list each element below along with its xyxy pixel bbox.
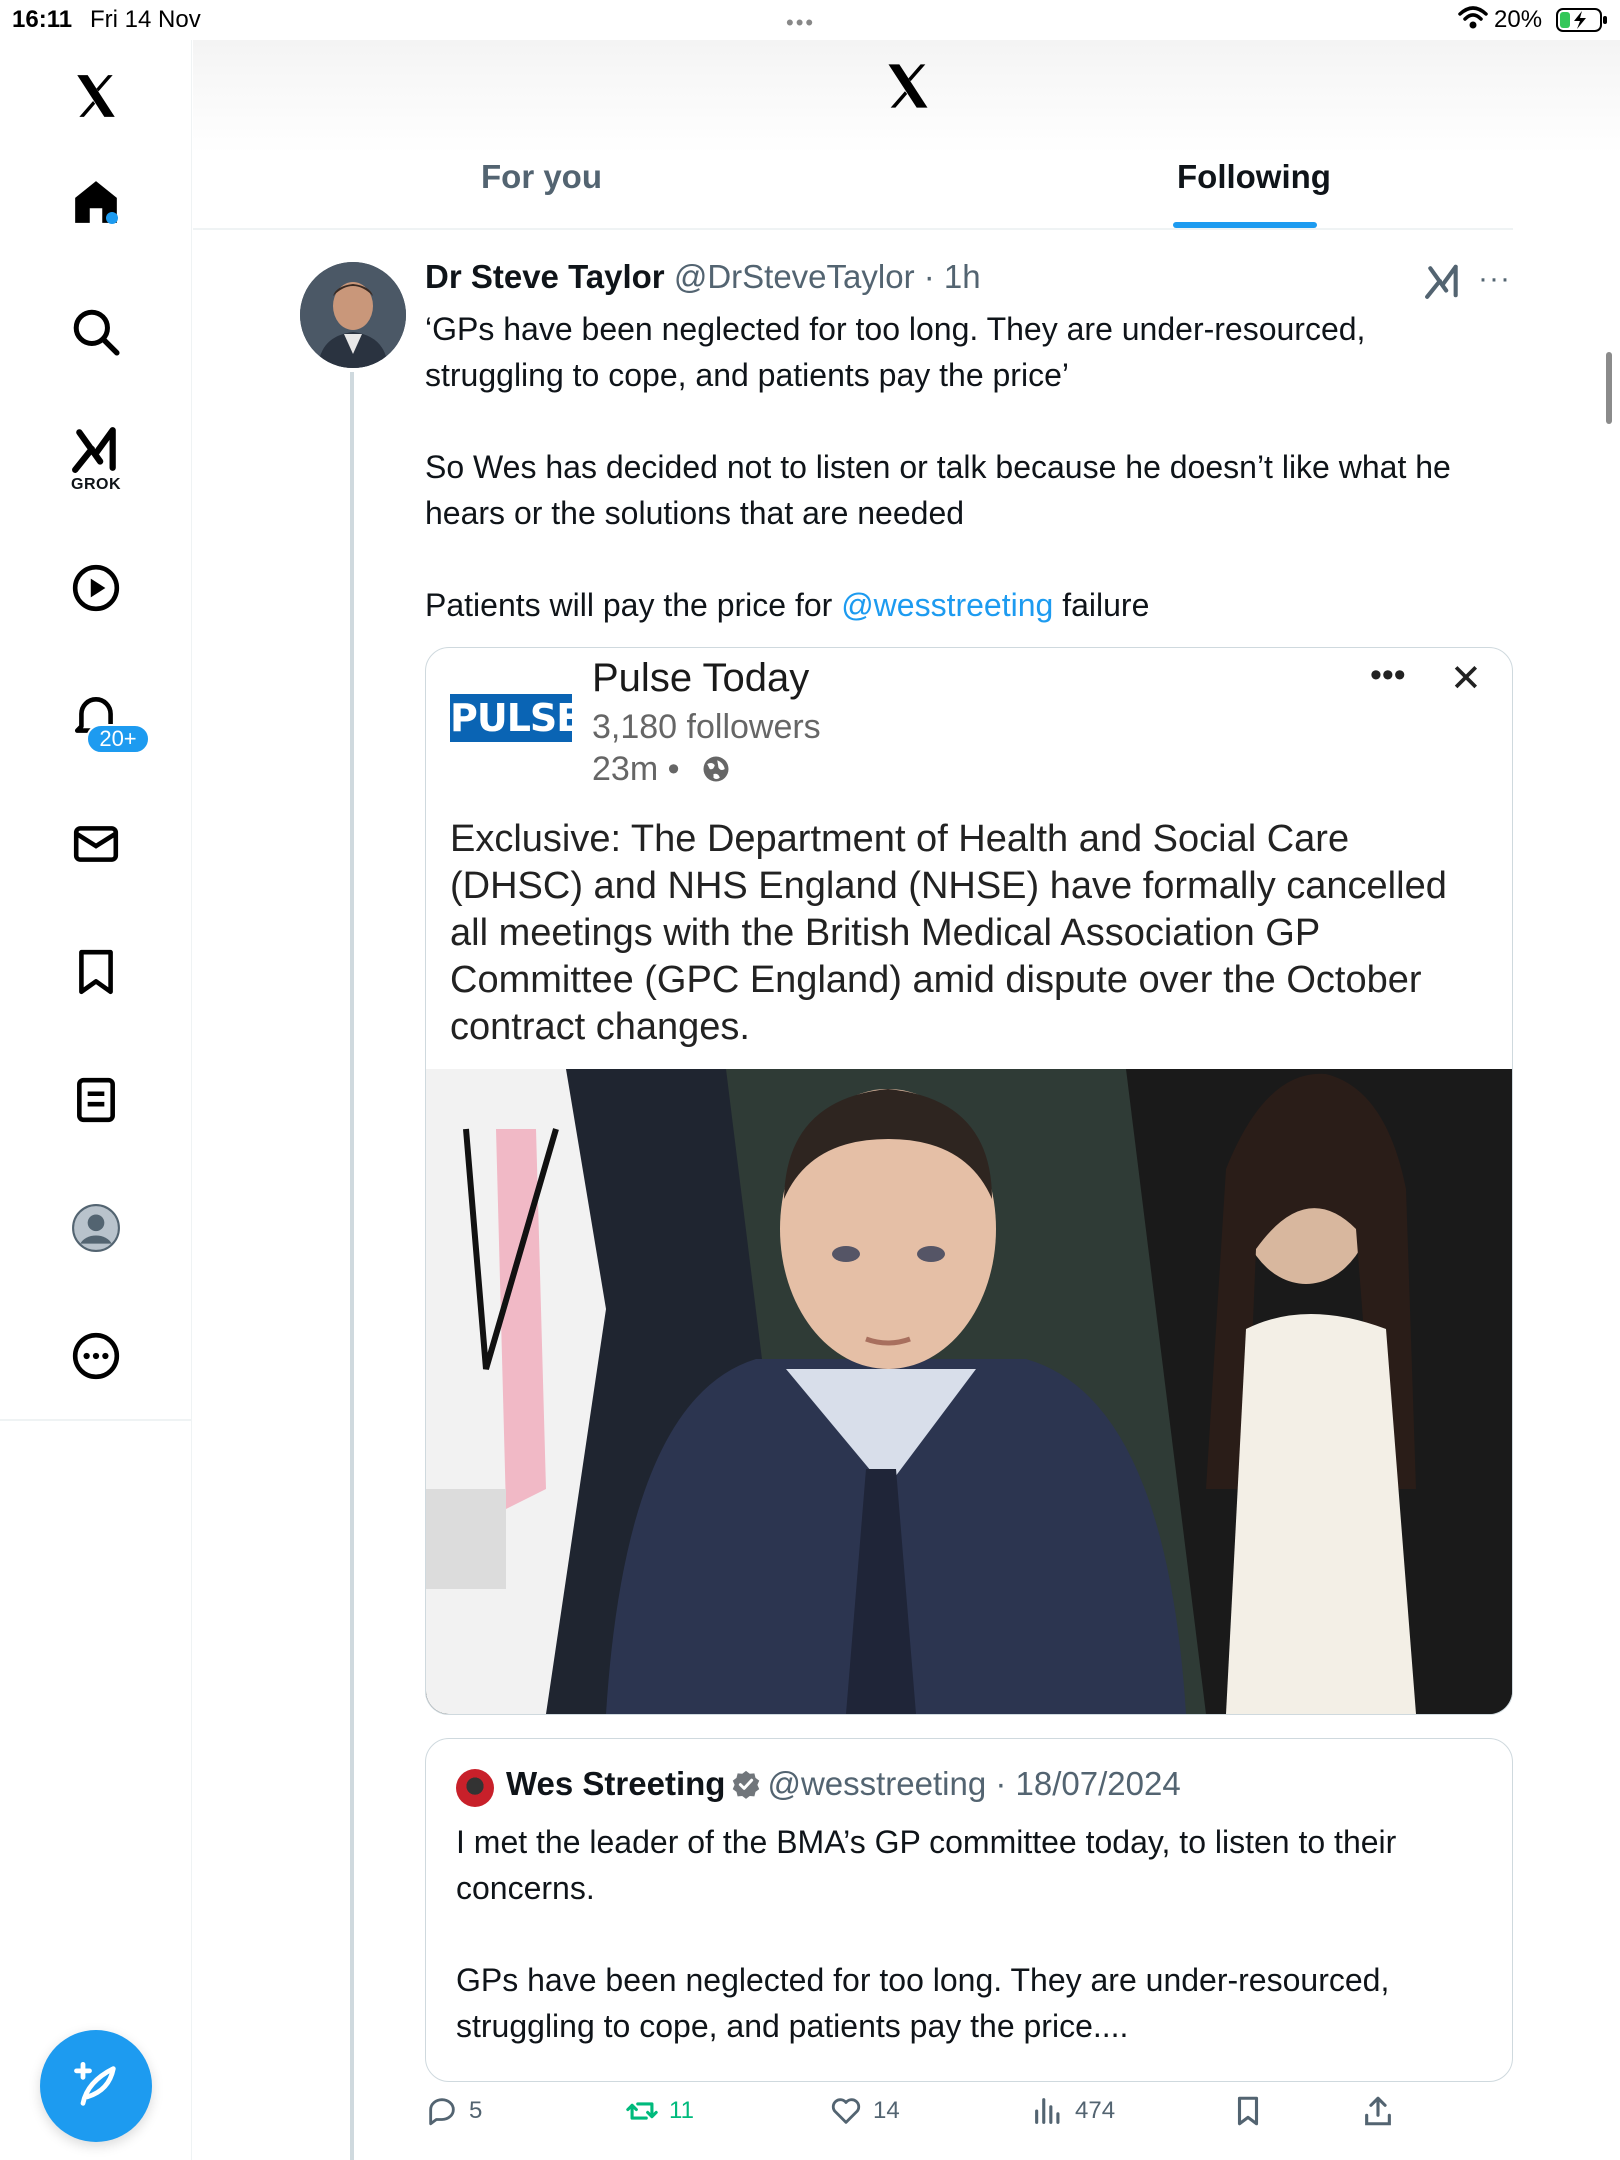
quote-author-handle: @wesstreeting	[767, 1765, 987, 1802]
x-logo-button[interactable]	[46, 46, 146, 146]
x-logo-icon	[77, 75, 115, 117]
embed-author-name: Pulse Today	[592, 656, 810, 700]
heart-icon	[831, 2098, 861, 2124]
reply-button[interactable]: 5	[425, 2094, 482, 2128]
sidebar-item-lists[interactable]	[46, 1050, 146, 1150]
embed-text: Exclusive: The Department of Health and …	[450, 818, 1447, 1048]
battery-charging-icon	[1556, 8, 1607, 32]
compose-feather-icon	[74, 2061, 116, 2106]
status-date: Fri 14 Nov	[90, 6, 201, 33]
multitasking-dots-icon[interactable]: •••	[786, 10, 815, 36]
globe-icon	[703, 756, 729, 782]
sidebar-item-grok[interactable]: GROK	[46, 410, 146, 510]
quote-text: I met the leader of the BMA’s GP committ…	[456, 1819, 1486, 2049]
quote-author-avatar	[456, 1769, 494, 1807]
news-photo	[426, 1069, 1512, 1714]
views-button[interactable]: 474	[1031, 2094, 1115, 2128]
tweet-more-icon[interactable]: ···	[1478, 262, 1511, 296]
reply-count: 5	[469, 2097, 483, 2124]
repost-button[interactable]: 11	[625, 2094, 694, 2128]
tweet-text: ‘GPs have been neglected for too long. T…	[425, 306, 1505, 628]
status-time: 16:11	[12, 6, 73, 33]
news-photo-illustration	[426, 1069, 1512, 1714]
views-chart-icon	[1035, 2098, 1060, 2124]
sidebar-item-messages[interactable]	[46, 794, 146, 894]
sidebar-item-home[interactable]	[46, 152, 146, 252]
author-avatar[interactable]	[300, 262, 406, 368]
sidebar-item-profile[interactable]	[46, 1178, 146, 1278]
sidebar: GROK 20+	[0, 40, 192, 2160]
author-name[interactable]: Dr Steve Taylor	[425, 258, 665, 295]
quote-date: 18/07/2024	[1015, 1765, 1181, 1802]
tweet-header: Dr Steve Taylor @DrSteveTaylor · 1h	[425, 258, 981, 296]
meta-separator: ·	[914, 258, 944, 295]
verified-badge-icon	[733, 1770, 760, 1799]
timeline-header: For you Following	[193, 40, 1620, 230]
sidebar-divider	[0, 1419, 192, 1421]
view-count: 474	[1075, 2097, 1116, 2124]
tab-following[interactable]: Following	[1177, 158, 1331, 196]
sidebar-item-videos[interactable]	[46, 538, 146, 638]
tab-for-you[interactable]: For you	[481, 158, 602, 196]
mention-link[interactable]: @wesstreeting	[841, 587, 1053, 623]
battery-percent: 20%	[1494, 6, 1543, 33]
tweet-text-para1: ‘GPs have been neglected for too long. T…	[425, 311, 1375, 393]
embed-close-icon: ✕	[1450, 658, 1482, 700]
pulse-logo: PULSE	[450, 694, 582, 742]
status-bar: 16:11 Fri 14 Nov ••• 20%	[0, 0, 1620, 40]
notifications-badge: 20+	[86, 724, 150, 754]
thread-connector-line	[350, 372, 354, 2160]
wifi-icon	[1458, 6, 1488, 29]
grok-explain-icon[interactable]	[1424, 262, 1462, 300]
embed-time: 23m •	[592, 750, 680, 788]
compose-post-button[interactable]	[40, 2030, 152, 2142]
post-actions: 5 11 14 474	[425, 2094, 1515, 2150]
quote-text-para2: GPs have been neglected for too long. Th…	[456, 1962, 1399, 2044]
x-logo-icon[interactable]	[880, 60, 936, 112]
repost-count: 11	[669, 2097, 694, 2124]
like-button[interactable]: 14	[829, 2094, 900, 2128]
author-handle[interactable]: @DrSteveTaylor	[674, 258, 915, 295]
quote-header: Wes Streeting @wesstreeting · 18/07/2024	[506, 1765, 1181, 1803]
sidebar-item-explore[interactable]	[46, 282, 146, 382]
search-icon	[73, 309, 120, 356]
home-unread-dot	[106, 212, 118, 224]
like-count: 14	[873, 2097, 900, 2124]
author-photo	[300, 262, 406, 368]
embedded-post-image[interactable]: PULSE Pulse Today 3,180 followers 23m • …	[425, 647, 1513, 1715]
repost-icon	[626, 2102, 658, 2120]
scrollbar[interactable]	[1606, 352, 1612, 424]
share-button[interactable]	[1361, 2094, 1395, 2128]
grok-icon	[72, 427, 116, 473]
quote-text-para1: I met the leader of the BMA’s GP committ…	[456, 1824, 1406, 1906]
sidebar-item-bookmarks[interactable]	[46, 922, 146, 1022]
header-divider	[193, 228, 1513, 230]
bookmark-button[interactable]	[1231, 2094, 1265, 2128]
more-circle-icon	[72, 1332, 120, 1380]
bookmark-icon	[79, 949, 113, 995]
sidebar-item-more[interactable]	[46, 1306, 146, 1406]
list-icon	[77, 1077, 115, 1123]
quoted-post[interactable]: Wes Streeting @wesstreeting · 18/07/2024 …	[425, 1738, 1513, 2082]
embed-followers: 3,180 followers	[592, 708, 821, 746]
quote-author-name: Wes Streeting	[506, 1765, 726, 1802]
grok-label: GROK	[71, 476, 121, 493]
embed-more-icon: •••	[1370, 656, 1406, 694]
tweet-text-para3: Patients will pay the price for	[425, 587, 842, 623]
share-icon	[1365, 2096, 1391, 2126]
tweet-text-para3-end: failure	[1053, 587, 1150, 623]
bookmark-icon	[1237, 2096, 1259, 2126]
tweet-time[interactable]: 1h	[944, 258, 981, 295]
mail-icon	[73, 826, 119, 862]
profile-avatar-icon	[72, 1204, 120, 1252]
play-icon	[72, 564, 120, 612]
reply-icon	[429, 2098, 455, 2126]
tweet-text-para2: So Wes has decided not to listen or talk…	[425, 449, 1460, 531]
quote-meta-separator: ·	[986, 1765, 1016, 1802]
